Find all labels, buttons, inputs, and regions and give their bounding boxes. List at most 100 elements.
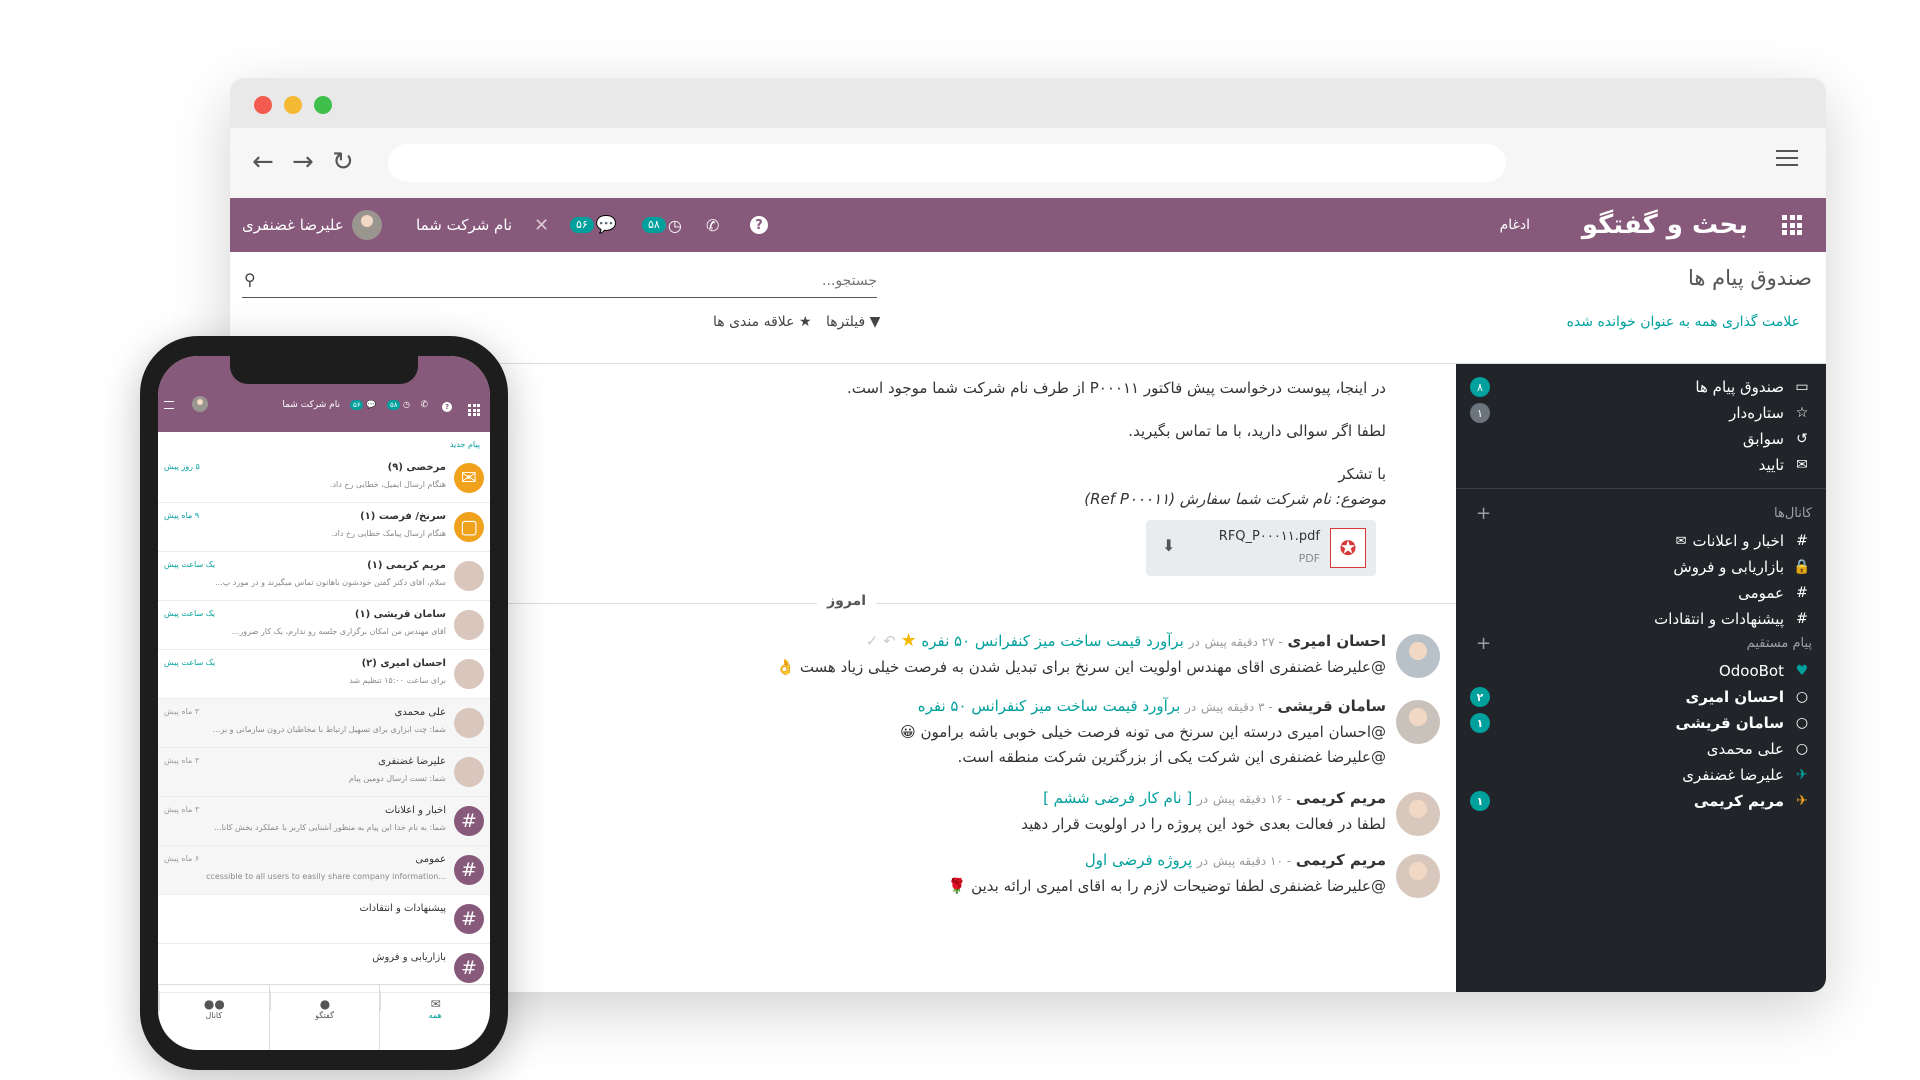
apps-menu-icon[interactable] (468, 404, 480, 416)
sidebar-channel-marketing[interactable]: 🔒 بازاریابی و فروش (1470, 558, 1812, 576)
airplane-icon: ✈ (1796, 767, 1808, 783)
reload-icon[interactable]: ↻ (332, 147, 354, 177)
download-icon[interactable]: ⬇ (1162, 536, 1175, 555)
user-name: علیرضا غضنفری (242, 216, 344, 234)
mark-all-read-button[interactable]: علامت گذاری همه به عنوان خوانده شده (1567, 314, 1800, 330)
sidebar-channel-general[interactable]: # عمومی (1470, 584, 1812, 602)
new-message-link[interactable]: پیام جدید (450, 440, 480, 449)
phone-notch (230, 356, 418, 384)
phone-icon[interactable]: ✆ (706, 198, 719, 252)
sidebar-channel-news[interactable]: # اخبار و اعلانات ✉ (1470, 532, 1812, 550)
record-link[interactable]: [ نام کار فرضی ششم ] (1043, 789, 1192, 807)
mobile-item-preview: شما: تست ارسال دومین پیام (348, 774, 446, 783)
browser-menu-icon[interactable] (1776, 150, 1798, 166)
sidebar-item-starred[interactable]: ☆ ستاره‌دار ۱ (1470, 403, 1812, 423)
sidebar-item-history[interactable]: ↺ سوابق (1470, 430, 1812, 448)
reply-icon[interactable]: ↶ (883, 632, 896, 650)
company-switcher[interactable]: نام شرکت شما (282, 400, 340, 410)
back-arrow-icon[interactable]: ← (252, 147, 274, 177)
sidebar-dm-ehsan[interactable]: ○ احسان امیری ۲ (1470, 687, 1812, 707)
record-link[interactable]: برآورد قیمت ساخت میز کنفرانس ۵۰ نفره (918, 697, 1181, 715)
activities-menu[interactable]: ۵۸ ◷ (642, 198, 682, 252)
mobile-item-preview: هنگام ارسال پیامک خطایی رخ داد. (331, 529, 446, 538)
help-icon[interactable]: ? (750, 198, 768, 252)
add-channel-icon[interactable]: + (1476, 503, 1491, 524)
mobile-item-time: ۵ روز پیش (164, 462, 200, 471)
mobile-item-name: علیرضا غضنفری (378, 756, 446, 767)
address-bar[interactable] (388, 144, 1506, 182)
envelope-icon: ✉ (1796, 457, 1808, 473)
tab-channels[interactable]: ●● کانال (158, 985, 269, 1050)
mobile-list-item[interactable]: ✉ مرخصی (۹) هنگام ارسال ایمیل، خطایی رخ دا… (158, 454, 490, 503)
menu-merge[interactable]: ادغام (1500, 198, 1530, 252)
sidebar-dm-maryam[interactable]: ✈ مریم کریمی ۱ (1470, 791, 1812, 811)
favorites-button[interactable]: ★ علاقه مندی ها (713, 314, 812, 330)
offline-status-icon: ○ (1795, 715, 1809, 731)
close-window-button[interactable] (254, 96, 272, 114)
sidebar-item-inbox[interactable]: ▭ صندوق پیام ها ۸ (1470, 377, 1812, 397)
mobile-list-item[interactable]: احسان امیری (۲) برای ساعت ۱۵:۰۰ تنظیم شد ی… (158, 650, 490, 699)
avatar (454, 757, 484, 787)
forward-arrow-icon[interactable]: → (292, 147, 314, 177)
mobile-list-item[interactable]: ▢ سرنخ/ فرصت (۱) هنگام ارسال پیامک خطایی ر… (158, 503, 490, 552)
messages-menu[interactable]: ۵۶ 💬 (570, 198, 617, 252)
message-author: مریم کریمی (1295, 851, 1386, 869)
attachment-type: PDF (1298, 552, 1320, 565)
mobile-item-time: ۹ ماه پیش (164, 511, 200, 520)
app-title: بحث و گفتگو (1581, 210, 1748, 240)
mobile-menu-icon[interactable] (164, 401, 174, 409)
hash-icon: # (1796, 533, 1808, 549)
company-switcher[interactable]: نام شرکت شما (416, 198, 512, 252)
user-avatar (351, 210, 382, 240)
user-menu[interactable]: علیرضا غضنفری (242, 198, 382, 252)
mobile-list-item[interactable]: سامان قریشی (۱) آقای مهندس من امکان برگزا… (158, 601, 490, 650)
search-icon: ⚲ (244, 270, 256, 289)
record-link[interactable]: برآورد قیمت ساخت میز کنفرانس ۵۰ نفره (921, 632, 1184, 650)
attachment-card[interactable]: ✪ RFQ_P۰۰۰۱۱.pdf PDF ⬇ (1146, 520, 1376, 576)
avatar (1396, 634, 1440, 678)
apps-menu-icon[interactable] (1782, 198, 1802, 252)
sidebar-dm-saman[interactable]: ○ سامان قریشی ۱ (1470, 713, 1812, 733)
phone-icon[interactable]: ✆ (420, 400, 428, 410)
mobile-list-item[interactable]: مریم کریمی (۱) سلام، آقای دکتر گفتن خودشو… (158, 552, 490, 601)
mobile-list-item[interactable]: علیرضا غضنفری شما: تست ارسال دومین پیام ۳ … (158, 748, 490, 797)
avatar (1396, 792, 1440, 836)
hash-icon: # (1796, 585, 1808, 601)
sidebar-item-moderation[interactable]: ✉ تایید (1470, 456, 1812, 474)
mobile-list-item[interactable]: # پیشنهادات و انتقادات (158, 895, 490, 944)
sidebar-dm-ali[interactable]: ○ علی محمدی (1470, 740, 1812, 758)
history-icon: ↺ (1796, 431, 1808, 447)
sidebar-dm-odoobot[interactable]: ♥ OdooBot (1470, 662, 1812, 680)
help-icon[interactable]: ? (442, 402, 452, 412)
mobile-list-item[interactable]: علی محمدی شما: چت ابزاری برای تسهیل ارتبا… (158, 699, 490, 748)
app-topbar: بحث و گفتگو ادغام علیرضا غضنفری نام شرکت… (230, 198, 1826, 252)
mobile-list-item[interactable]: # اخبار و اعلانات شما: به نام خدا این پیام… (158, 797, 490, 846)
envelope-icon: ✉ (380, 991, 490, 1011)
lock-icon: 🔒 (1793, 559, 1811, 575)
add-direct-message-icon[interactable]: + (1476, 633, 1491, 654)
offline-status-icon: ○ (1795, 689, 1809, 705)
activities-menu[interactable]: ۵۸ ◷ (386, 400, 410, 410)
search-input[interactable] (277, 268, 877, 294)
mobile-list-item[interactable]: # عمومی ...accessible to all users to easi… (158, 846, 490, 895)
avatar (454, 610, 484, 640)
maximize-window-button[interactable] (314, 96, 332, 114)
mobile-item-preview: شما: چت ابزاری برای تسهیل ارتباط با مخاط… (212, 725, 446, 734)
sms-icon: ▢ (454, 512, 484, 542)
close-icon[interactable]: ✕ (534, 198, 549, 252)
tab-all[interactable]: ✉ همه (379, 985, 490, 1050)
record-link[interactable]: پروژه فرضی اول (1085, 851, 1192, 869)
attachment-name: RFQ_P۰۰۰۱۱.pdf (1218, 529, 1320, 544)
inbox-icon: ▭ (1795, 379, 1809, 395)
messages-menu[interactable]: ۵۶ 💬 (349, 400, 376, 410)
filters-button[interactable]: ▼ فیلترها (826, 314, 880, 330)
star-icon[interactable]: ★ (900, 630, 916, 651)
minimize-window-button[interactable] (284, 96, 302, 114)
tab-chat[interactable]: ● گفتگو (268, 985, 380, 1050)
sidebar-channel-feedback[interactable]: # پیشنهادات و انتقادات (1470, 610, 1812, 628)
mobile-item-time: یک ساعت پیش (164, 609, 216, 618)
user-avatar[interactable] (192, 396, 208, 412)
sidebar-dm-alireza[interactable]: ✈ علیرضا غضنفری (1470, 766, 1812, 784)
check-icon[interactable]: ✓ (866, 632, 879, 650)
hash-icon: # (454, 904, 484, 934)
